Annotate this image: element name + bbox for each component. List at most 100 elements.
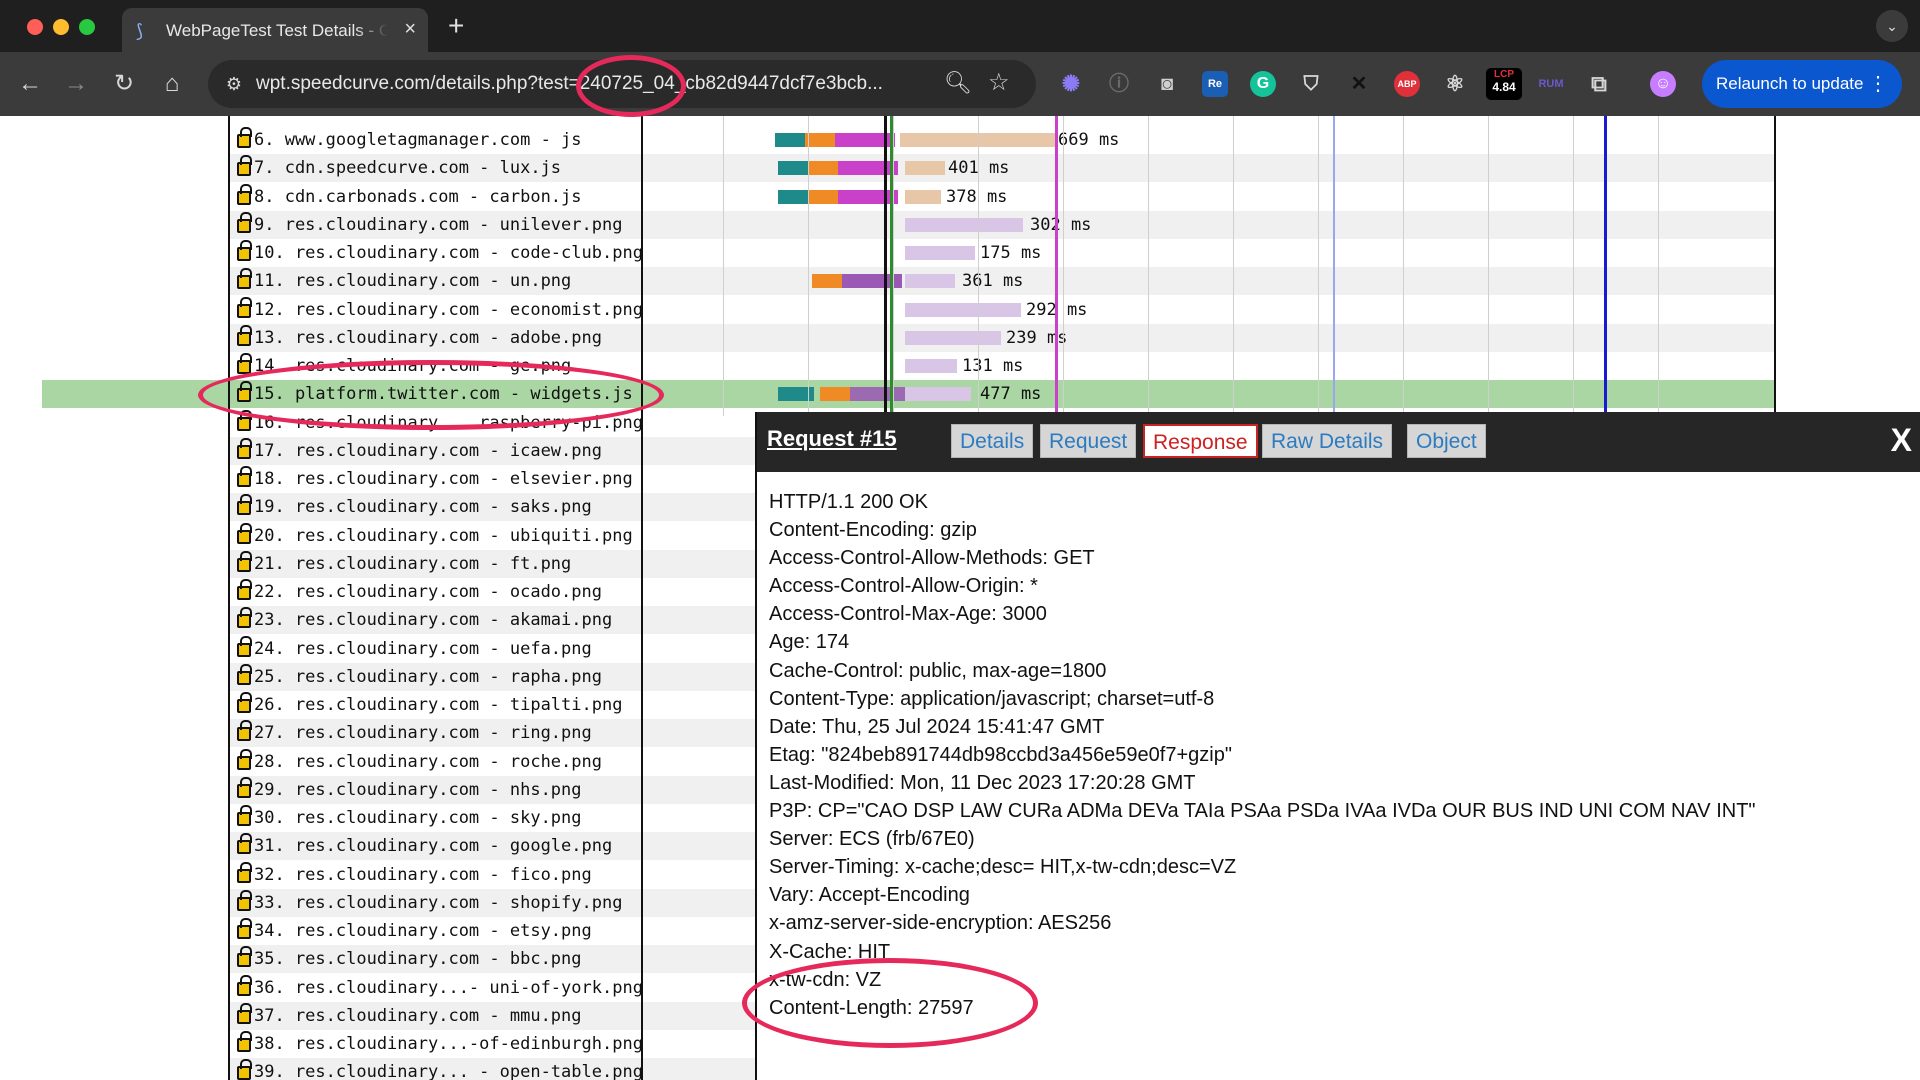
- request-label[interactable]: 38. res.cloudinary...-of-edinburgh.png: [254, 1030, 644, 1058]
- request-list-divider: [641, 116, 643, 1080]
- response-header-line: X-Cache: HIT: [769, 940, 891, 963]
- site-info-icon[interactable]: ⚙: [222, 72, 246, 96]
- grid-line: [1488, 116, 1489, 416]
- timing-bar: [812, 274, 842, 289]
- tab-close-icon[interactable]: ×: [404, 18, 416, 40]
- tab-details[interactable]: Details: [951, 424, 1034, 458]
- response-header-line: Etag: "824beb891744db98ccbd3a456e59e0f7+…: [769, 743, 1232, 766]
- request-label[interactable]: 12. res.cloudinary.com - economist.png: [254, 296, 644, 324]
- speedcurve-favicon-icon: ⟆: [136, 21, 144, 41]
- adblock-plus-icon[interactable]: ABP: [1394, 71, 1420, 97]
- request-label[interactable]: 33. res.cloudinary.com - shopify.png: [254, 889, 644, 917]
- window-maximize-button[interactable]: [79, 19, 95, 35]
- extension-pin-icon[interactable]: ✕: [1346, 71, 1372, 97]
- lock-icon: [237, 466, 252, 487]
- lock-icon: [237, 833, 252, 855]
- response-header-line: Date: Thu, 25 Jul 2024 15:41:47 GMT: [769, 715, 1105, 738]
- request-label[interactable]: 39. res.cloudinary... - open-table.png: [254, 1058, 644, 1080]
- lock-icon: [237, 720, 252, 742]
- grid-line: [893, 116, 894, 416]
- bookmark-star-icon[interactable]: ☆: [988, 68, 1010, 97]
- grid-line: [1148, 116, 1149, 416]
- request-label[interactable]: 32. res.cloudinary.com - fico.png: [254, 861, 644, 889]
- request-label[interactable]: 26. res.cloudinary.com - tipalti.png: [254, 691, 644, 719]
- request-title[interactable]: Request #15: [767, 426, 897, 452]
- request-duration: 239 ms: [1006, 327, 1068, 348]
- response-headers: HTTP/1.1 200 OK Content-Encoding: gzip Acc…: [769, 488, 1909, 1022]
- profile-avatar[interactable]: ☺: [1650, 71, 1676, 97]
- new-tab-button[interactable]: +: [448, 12, 464, 40]
- tab-response[interactable]: Response: [1143, 424, 1258, 458]
- extension-gear-icon[interactable]: ✺: [1058, 71, 1084, 97]
- request-label[interactable]: 22. res.cloudinary.com - ocado.png: [254, 578, 644, 606]
- tab-object[interactable]: Object: [1407, 424, 1486, 458]
- timing-bar: [905, 387, 971, 402]
- extension-re-icon[interactable]: Re: [1202, 71, 1228, 97]
- response-header-line: Server: ECS (frb/67E0): [769, 828, 975, 851]
- relaunch-to-update-button[interactable]: Relaunch to update ⋮: [1702, 60, 1902, 108]
- reload-icon[interactable]: ↻: [108, 68, 140, 100]
- request-label[interactable]: 8. cdn.carbonads.com - carbon.js: [254, 183, 644, 211]
- url-text[interactable]: wpt.speedcurve.com/details.php?test=2407…: [256, 73, 956, 97]
- request-label[interactable]: 37. res.cloudinary.com - mmu.png: [254, 1002, 644, 1030]
- tab-request[interactable]: Request: [1040, 424, 1137, 458]
- response-header-line: HTTP/1.1 200 OK: [769, 491, 928, 513]
- extension-info-icon[interactable]: ⓘ: [1106, 71, 1132, 97]
- lock-icon: [237, 663, 252, 685]
- lock-icon: [237, 296, 252, 318]
- response-header-line: Vary: Accept-Encoding: [769, 884, 970, 907]
- request-label[interactable]: 23. res.cloudinary.com - akamai.png: [254, 606, 644, 634]
- request-label[interactable]: 11. res.cloudinary.com - un.png: [254, 267, 644, 295]
- tab-webpagetest[interactable]: ⟆ WebPageTest Test Details - G ×: [122, 8, 428, 52]
- request-label[interactable]: 34. res.cloudinary.com - etsy.png: [254, 917, 644, 945]
- request-label[interactable]: 16. res.cloudinary... raspberry-pi.png: [254, 409, 644, 437]
- request-label[interactable]: 30. res.cloudinary.com - sky.png: [254, 804, 644, 832]
- request-label[interactable]: 15. platform.twitter.com - widgets.js: [254, 380, 644, 408]
- request-label[interactable]: 35. res.cloudinary.com - bbc.png: [254, 945, 644, 973]
- request-label[interactable]: 29. res.cloudinary.com - nhs.png: [254, 776, 644, 804]
- rum-extension-icon[interactable]: RUM: [1538, 71, 1564, 97]
- request-label[interactable]: 9. res.cloudinary.com - unilever.png: [254, 211, 644, 239]
- lcp-extension-icon[interactable]: LCP 4.84: [1486, 68, 1522, 100]
- tab-raw-details[interactable]: Raw Details: [1262, 424, 1393, 458]
- request-label[interactable]: 10. res.cloudinary.com - code-club.png: [254, 239, 644, 267]
- request-label[interactable]: 6. www.googletagmanager.com - js: [254, 126, 644, 154]
- lock-icon: [237, 127, 252, 148]
- request-label[interactable]: 7. cdn.speedcurve.com - lux.js: [254, 154, 644, 182]
- request-label[interactable]: 17. res.cloudinary.com - icaew.png: [254, 437, 644, 465]
- request-label[interactable]: 25. res.cloudinary.com - rapha.png: [254, 663, 644, 691]
- request-label[interactable]: 14. res.cloudinary.com - ge.png: [254, 352, 644, 380]
- request-label[interactable]: 31. res.cloudinary.com - google.png: [254, 832, 644, 860]
- request-label[interactable]: 24. res.cloudinary.com - uefa.png: [254, 635, 644, 663]
- window-minimize-button[interactable]: [53, 19, 69, 35]
- request-label[interactable]: 27. res.cloudinary.com - ring.png: [254, 719, 644, 747]
- close-panel-button[interactable]: X: [1891, 422, 1912, 458]
- request-duration: 302 ms: [1030, 214, 1092, 235]
- request-label[interactable]: 28. res.cloudinary.com - roche.png: [254, 748, 644, 776]
- more-menu-icon[interactable]: ⋮: [1868, 60, 1888, 108]
- extension-camera-icon[interactable]: ◙: [1154, 71, 1180, 97]
- window-close-button[interactable]: [27, 19, 43, 35]
- back-arrow-icon[interactable]: ←: [14, 68, 46, 100]
- request-label[interactable]: 18. res.cloudinary.com - elsevier.png: [254, 465, 644, 493]
- request-label[interactable]: 19. res.cloudinary.com - saks.png: [254, 493, 644, 521]
- home-icon[interactable]: ⌂: [156, 68, 188, 100]
- response-header-line: Cache-Control: public, max-age=1800: [769, 659, 1107, 682]
- extensions-puzzle-icon[interactable]: ⧉: [1586, 71, 1612, 97]
- request-label[interactable]: 21. res.cloudinary.com - ft.png: [254, 550, 644, 578]
- request-label[interactable]: 36. res.cloudinary...- uni-of-york.png: [254, 974, 644, 1002]
- timing-bar: [850, 387, 905, 402]
- request-label[interactable]: 13. res.cloudinary.com - adobe.png: [254, 324, 644, 352]
- react-devtools-icon[interactable]: ⚛: [1442, 71, 1468, 97]
- response-header-line: Server-Timing: x-cache;desc= HIT,x-tw-cd…: [769, 856, 1237, 879]
- lock-icon: [237, 550, 252, 572]
- tab-search-chevron-icon[interactable]: ⌄: [1876, 10, 1908, 42]
- forward-arrow-icon[interactable]: →: [60, 68, 92, 100]
- address-bar[interactable]: ⚙ wpt.speedcurve.com/details.php?test=24…: [208, 60, 1036, 108]
- zoom-icon[interactable]: 🔍︎: [944, 70, 972, 96]
- extension-shield-icon[interactable]: ⛉: [1298, 71, 1324, 97]
- grammarly-icon[interactable]: G: [1250, 71, 1276, 97]
- lock-icon: [237, 211, 252, 233]
- request-label[interactable]: 20. res.cloudinary.com - ubiquiti.png: [254, 522, 644, 550]
- lock-icon: [237, 946, 252, 968]
